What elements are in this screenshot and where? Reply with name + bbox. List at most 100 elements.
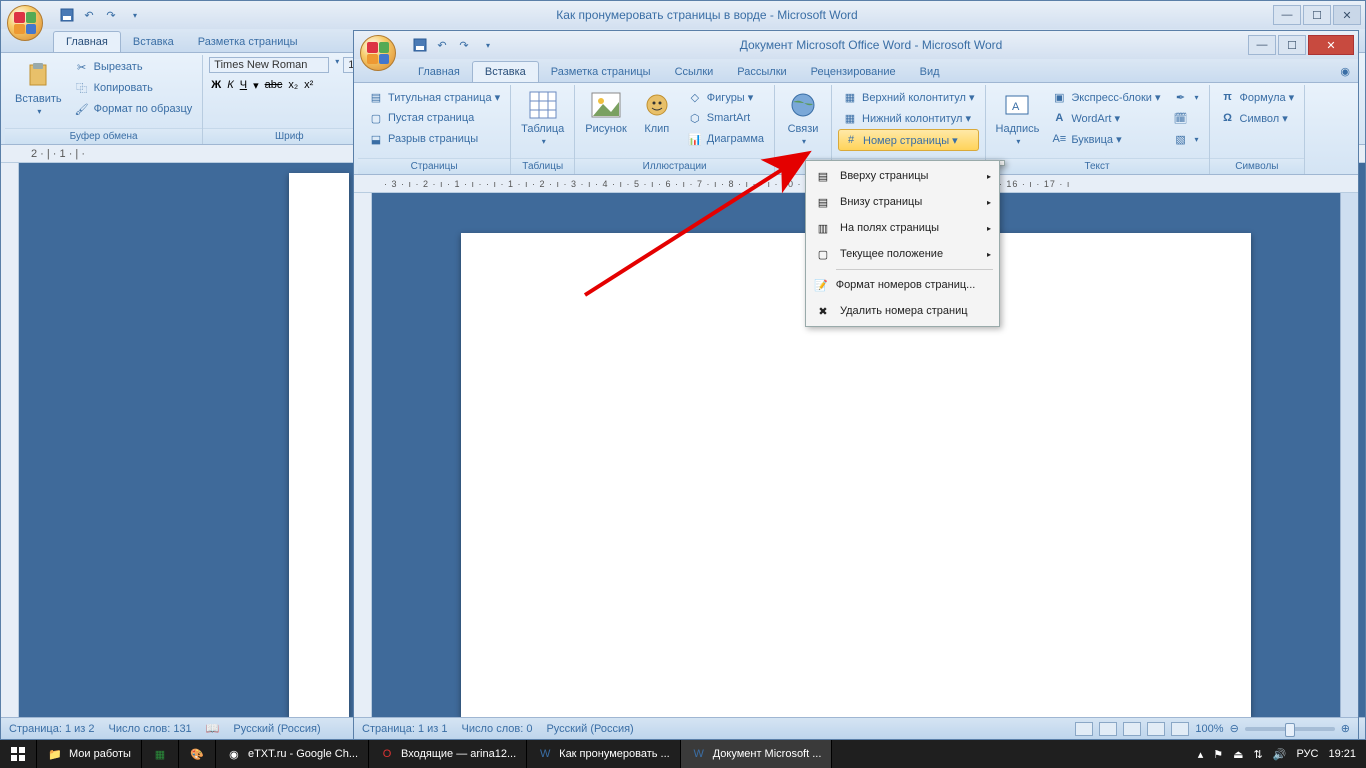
view-outline[interactable] [1147, 722, 1165, 736]
picture-button[interactable]: Рисунок [581, 87, 631, 158]
smartart-button[interactable]: ⬡SmartArt [683, 108, 768, 128]
zoom-value[interactable]: 100% [1195, 723, 1223, 735]
taskbar-item-word2[interactable]: WДокумент Microsoft ... [681, 740, 833, 768]
tab-layout-bg[interactable]: Разметка страницы [186, 32, 310, 52]
footer-button[interactable]: ▦Нижний колонтитул ▾ [838, 108, 979, 128]
tab-view[interactable]: Вид [908, 62, 952, 82]
textbox-button[interactable]: AНадпись▾ [992, 87, 1044, 158]
status-page-bg[interactable]: Страница: 1 из 2 [9, 723, 95, 735]
proofing-icon[interactable]: 📖 [206, 722, 220, 735]
menu-bottom-of-page[interactable]: ▤Внизу страницы▸ [808, 189, 997, 215]
status-lang[interactable]: Русский (Россия) [546, 723, 633, 735]
ruler-vertical-fg[interactable] [354, 193, 372, 717]
start-button[interactable] [0, 740, 37, 768]
status-lang-bg[interactable]: Русский (Россия) [233, 723, 320, 735]
quickparts-button[interactable]: ▣Экспресс-блоки ▾ [1047, 87, 1164, 107]
undo-icon[interactable]: ↶ [434, 37, 450, 53]
tab-home[interactable]: Главная [406, 62, 472, 82]
font-name-select[interactable]: Times New Roman [209, 57, 329, 73]
view-draft[interactable] [1171, 722, 1189, 736]
tab-references[interactable]: Ссылки [663, 62, 726, 82]
tray-lang[interactable]: РУС [1296, 748, 1318, 760]
tab-insert[interactable]: Вставка [472, 61, 539, 82]
taskbar-item-excel[interactable]: ▦ [142, 740, 179, 768]
tray-up-icon[interactable]: ▴ [1198, 748, 1204, 761]
menu-page-margins[interactable]: ▥На полях страницы▸ [808, 215, 997, 241]
table-button[interactable]: Таблица▾ [517, 87, 568, 158]
office-button-fg[interactable] [360, 35, 396, 71]
status-page[interactable]: Страница: 1 из 1 [362, 723, 448, 735]
menu-top-of-page[interactable]: ▤Вверху страницы▸ [808, 163, 997, 189]
taskbar-item-chrome[interactable]: ◉eTXT.ru - Google Ch... [216, 740, 369, 768]
format-painter-button[interactable]: 🖌Формат по образцу [70, 99, 197, 119]
status-words[interactable]: Число слов: 0 [462, 723, 533, 735]
help-icon[interactable]: ◉ [1332, 61, 1358, 82]
subscript-button[interactable]: x₂ [288, 79, 298, 92]
page-number-button[interactable]: #Номер страницы ▾ [838, 129, 979, 151]
header-button[interactable]: ▦Верхний колонтитул ▾ [838, 87, 979, 107]
chart-button[interactable]: 📊Диаграмма [683, 129, 768, 149]
cut-button[interactable]: ✂Вырезать [70, 57, 197, 77]
view-print-layout[interactable] [1075, 722, 1093, 736]
zoom-slider[interactable] [1245, 727, 1335, 731]
tray-network-icon[interactable]: ⇅ [1254, 748, 1263, 761]
page-icon: ▤ [368, 89, 384, 105]
qat-dropdown-icon[interactable]: ▾ [127, 7, 143, 23]
symbol-button[interactable]: ΩСимвол ▾ [1216, 108, 1299, 128]
tab-mailings[interactable]: Рассылки [725, 62, 798, 82]
tab-layout[interactable]: Разметка страницы [539, 62, 663, 82]
zoom-out[interactable]: ⊖ [1230, 722, 1239, 735]
bold-button[interactable]: Ж [211, 79, 221, 92]
shapes-button[interactable]: ◇Фигуры ▾ [683, 87, 768, 107]
italic-button[interactable]: К [227, 79, 233, 92]
wordart-button[interactable]: AWordArt ▾ [1047, 108, 1164, 128]
close-button-bg[interactable]: ✕ [1333, 5, 1361, 25]
redo-icon[interactable]: ↷ [456, 37, 472, 53]
close-button-fg[interactable]: ✕ [1308, 35, 1354, 55]
scrollbar-vertical[interactable] [1340, 193, 1358, 717]
minimize-button-bg[interactable]: — [1273, 5, 1301, 25]
save-icon[interactable] [59, 7, 75, 23]
paste-button[interactable]: Вставить▾ [11, 57, 66, 128]
sig-button[interactable]: ✒▾ [1169, 87, 1203, 107]
underline-button[interactable]: Ч [240, 79, 247, 92]
status-words-bg[interactable]: Число слов: 131 [109, 723, 192, 735]
maximize-button-bg[interactable]: ☐ [1303, 5, 1331, 25]
links-button[interactable]: Связи▾ [781, 87, 825, 158]
date-button[interactable]: 🗓 [1169, 108, 1203, 128]
minimize-button-fg[interactable]: — [1248, 35, 1276, 55]
qat-dropdown-icon[interactable]: ▾ [480, 37, 496, 53]
save-icon[interactable] [412, 37, 428, 53]
view-fullscreen[interactable] [1099, 722, 1117, 736]
taskbar-item-word1[interactable]: WКак пронумеровать ... [527, 740, 681, 768]
view-web[interactable] [1123, 722, 1141, 736]
copy-button[interactable]: ⿻Копировать [70, 78, 197, 98]
tab-insert-bg[interactable]: Вставка [121, 32, 186, 52]
object-button[interactable]: ▧▾ [1169, 129, 1203, 149]
menu-remove-page-numbers[interactable]: ✖Удалить номера страниц [808, 298, 997, 324]
tray-flag-icon[interactable]: ⚑ [1213, 748, 1223, 761]
cover-page-button[interactable]: ▤Титульная страница ▾ [364, 87, 504, 107]
superscript-button[interactable]: x² [304, 79, 313, 92]
dropcap-button[interactable]: A≡Буквица ▾ [1047, 129, 1164, 149]
maximize-button-fg[interactable]: ☐ [1278, 35, 1306, 55]
tray-safely-remove-icon[interactable]: ⏏ [1233, 748, 1243, 761]
zoom-in[interactable]: ⊕ [1341, 722, 1350, 735]
redo-icon[interactable]: ↷ [103, 7, 119, 23]
taskbar-item-folder[interactable]: 📁Мои работы [37, 740, 142, 768]
tab-home-bg[interactable]: Главная [53, 31, 121, 52]
strike-button[interactable]: abc [265, 79, 283, 92]
menu-format-page-numbers[interactable]: 📝Формат номеров страниц... [808, 272, 997, 298]
page-break-button[interactable]: ⬓Разрыв страницы [364, 129, 504, 149]
office-button-bg[interactable] [7, 5, 43, 41]
undo-icon[interactable]: ↶ [81, 7, 97, 23]
blank-page-button[interactable]: ▢Пустая страница [364, 108, 504, 128]
tab-review[interactable]: Рецензирование [799, 62, 908, 82]
equation-button[interactable]: πФормула ▾ [1216, 87, 1299, 107]
tray-clock[interactable]: 19:21 [1328, 748, 1356, 760]
menu-current-position[interactable]: ▢Текущее положение▸ [808, 241, 997, 267]
tray-volume-icon[interactable]: 🔊 [1273, 748, 1287, 761]
taskbar-item-opera[interactable]: OВходящие — arina12... [369, 740, 527, 768]
clip-button[interactable]: Клип [635, 87, 679, 158]
taskbar-item-paint[interactable]: 🎨 [179, 740, 216, 768]
